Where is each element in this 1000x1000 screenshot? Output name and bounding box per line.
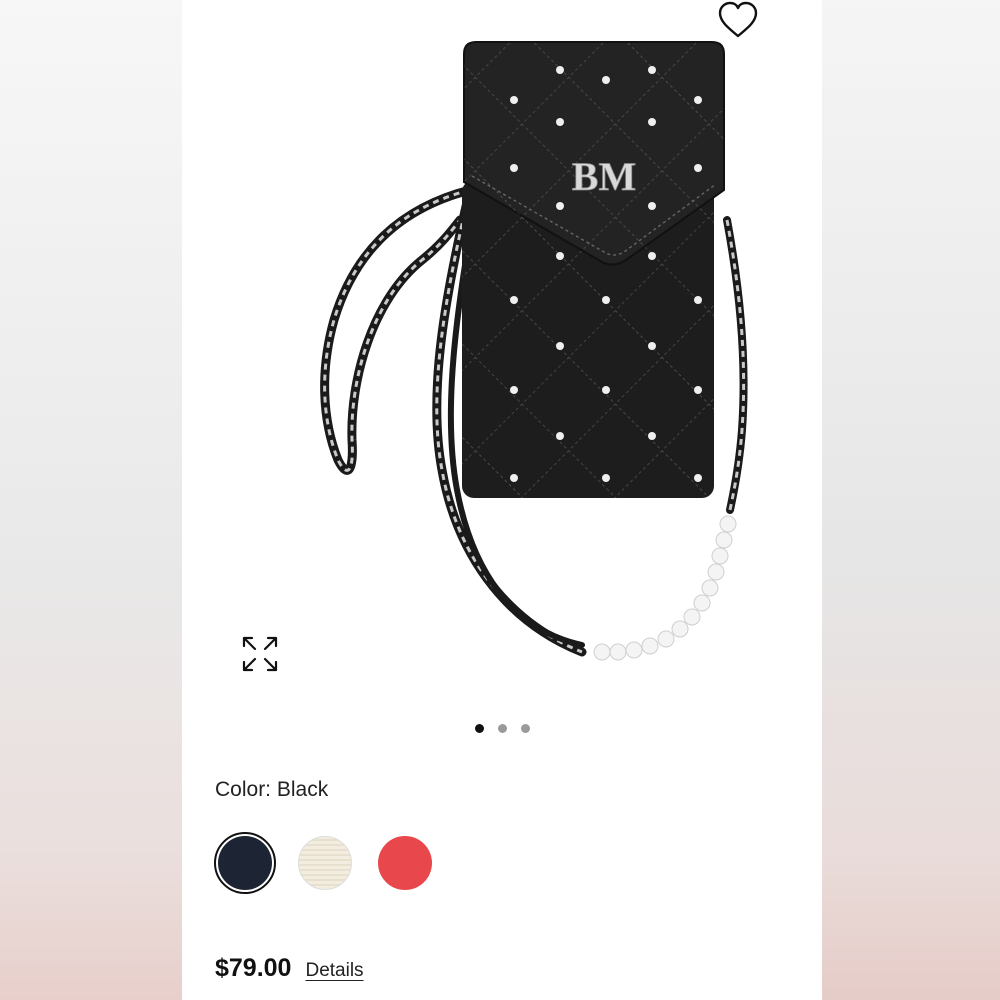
gallery-dot-1[interactable] (474, 724, 484, 733)
swatch-red[interactable] (374, 832, 436, 894)
right-backdrop (822, 0, 1000, 1000)
expand-icon[interactable] (240, 634, 280, 674)
color-swatches (214, 832, 436, 894)
brand-monogram: BM (572, 154, 636, 199)
price-row: $79.00 Details (215, 954, 364, 983)
gallery-pagination (182, 724, 822, 736)
color-label: Color: Black (215, 778, 329, 801)
product-card: BM Color: Black $79.00 Details (182, 0, 822, 1000)
swatch-cream[interactable] (294, 832, 356, 894)
gallery-dot-2[interactable] (497, 724, 507, 733)
left-backdrop (0, 0, 182, 1000)
details-link[interactable]: Details (305, 960, 363, 982)
swatch-black[interactable] (214, 832, 276, 894)
product-image[interactable]: BM (242, 30, 762, 690)
gallery-dot-3[interactable] (520, 724, 530, 733)
price: $79.00 (215, 954, 292, 982)
pearl-strand (593, 515, 737, 661)
